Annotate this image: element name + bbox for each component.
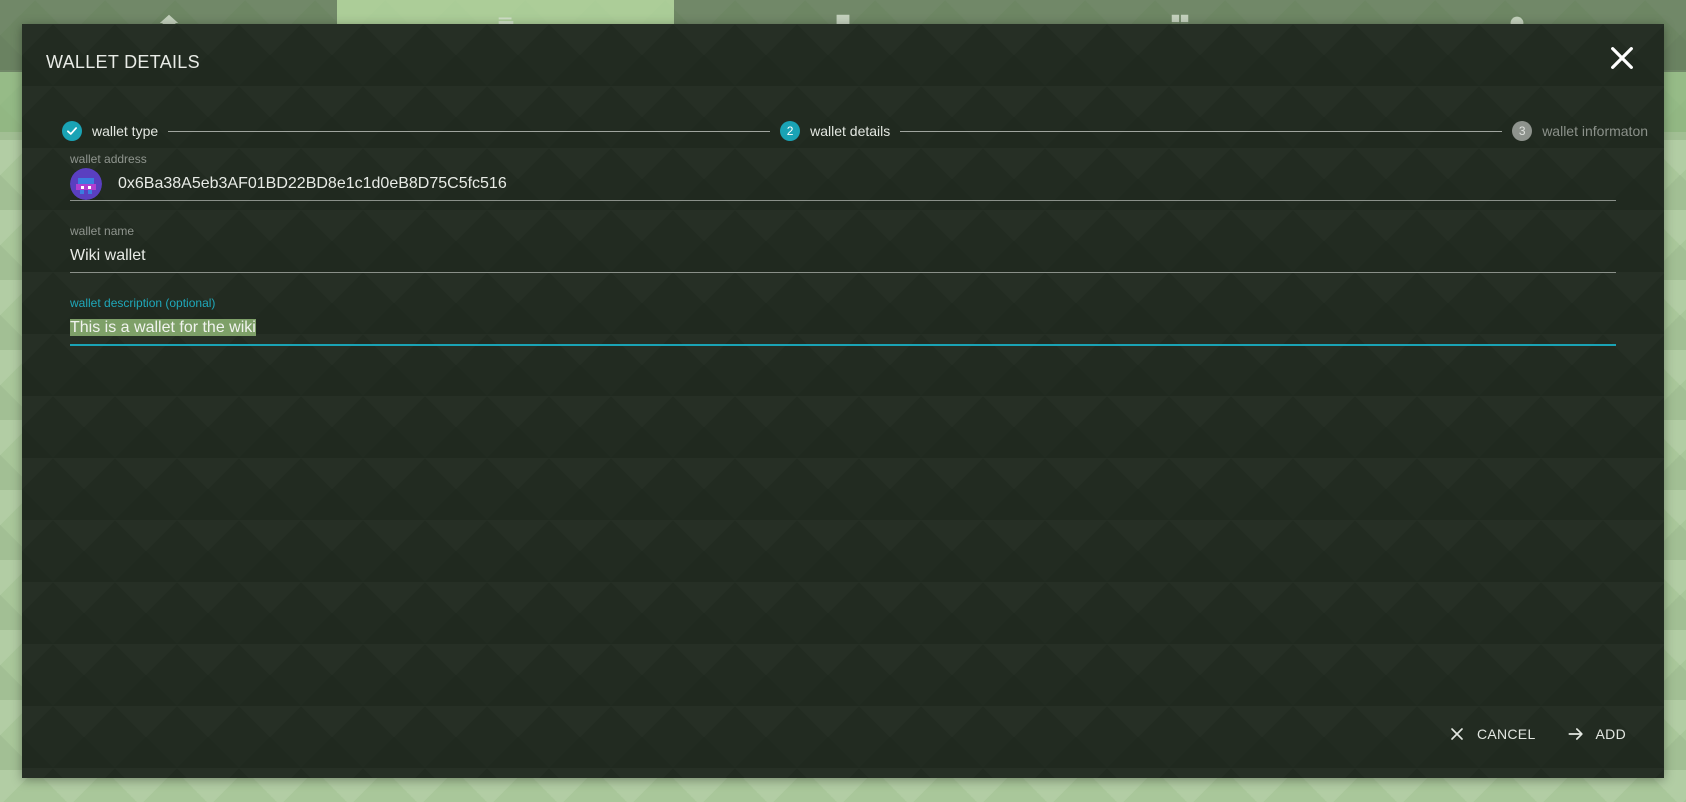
wallet-identicon-avatar (70, 168, 102, 200)
wallet-address-field: wallet address (70, 152, 1616, 201)
wallet-name-label: wallet name (70, 224, 135, 238)
wallet-description-row[interactable]: This is a wallet for the wiki (70, 312, 1616, 346)
step-wallet-information: 3 wallet informaton (1512, 121, 1648, 141)
stepper: wallet type 2 wallet details 3 wallet in… (62, 120, 1648, 142)
wallet-address-row (70, 168, 1616, 201)
wallet-address-label: wallet address (70, 152, 147, 166)
wallet-description-label: wallet description (optional) (70, 296, 216, 310)
step-complete-indicator (62, 121, 82, 141)
step-connector (900, 130, 1503, 132)
cancel-label: CANCEL (1476, 726, 1536, 742)
selected-text: This is a wallet for the wiki (70, 319, 256, 336)
cancel-button[interactable]: CANCEL (1445, 720, 1538, 748)
close-button[interactable] (1602, 38, 1642, 78)
step-number-badge: 3 (1512, 121, 1533, 141)
step-label: wallet type (92, 123, 159, 139)
identicon-icon (70, 168, 102, 200)
step-label: wallet details (810, 123, 891, 139)
checkmark-icon (67, 127, 77, 135)
step-wallet-details: 2 wallet details (780, 121, 890, 141)
wallet-description-field: wallet description (optional) This is a … (70, 296, 1616, 346)
wallet-name-field: wallet name (70, 224, 1616, 273)
step-number-badge: 2 (780, 121, 801, 141)
arrow-right-icon (1568, 728, 1583, 740)
add-button[interactable]: ADD (1564, 720, 1628, 748)
step-wallet-type: wallet type (62, 121, 158, 141)
wallet-details-dialog: WALLET DETAILS wallet type 2 wallet deta… (22, 24, 1664, 778)
wallet-description-input[interactable]: This is a wallet for the wiki (70, 319, 256, 337)
dialog-actions: CANCEL ADD (1445, 720, 1628, 748)
close-icon (1611, 47, 1633, 69)
step-connector (168, 130, 771, 132)
wallet-address-input[interactable] (118, 175, 1616, 193)
add-label: ADD (1595, 726, 1626, 742)
dialog-title: WALLET DETAILS (46, 52, 200, 72)
close-icon (1451, 728, 1463, 740)
wallet-name-input[interactable] (70, 247, 1616, 265)
step-label: wallet informaton (1542, 123, 1649, 139)
wallet-name-row (70, 240, 1616, 273)
